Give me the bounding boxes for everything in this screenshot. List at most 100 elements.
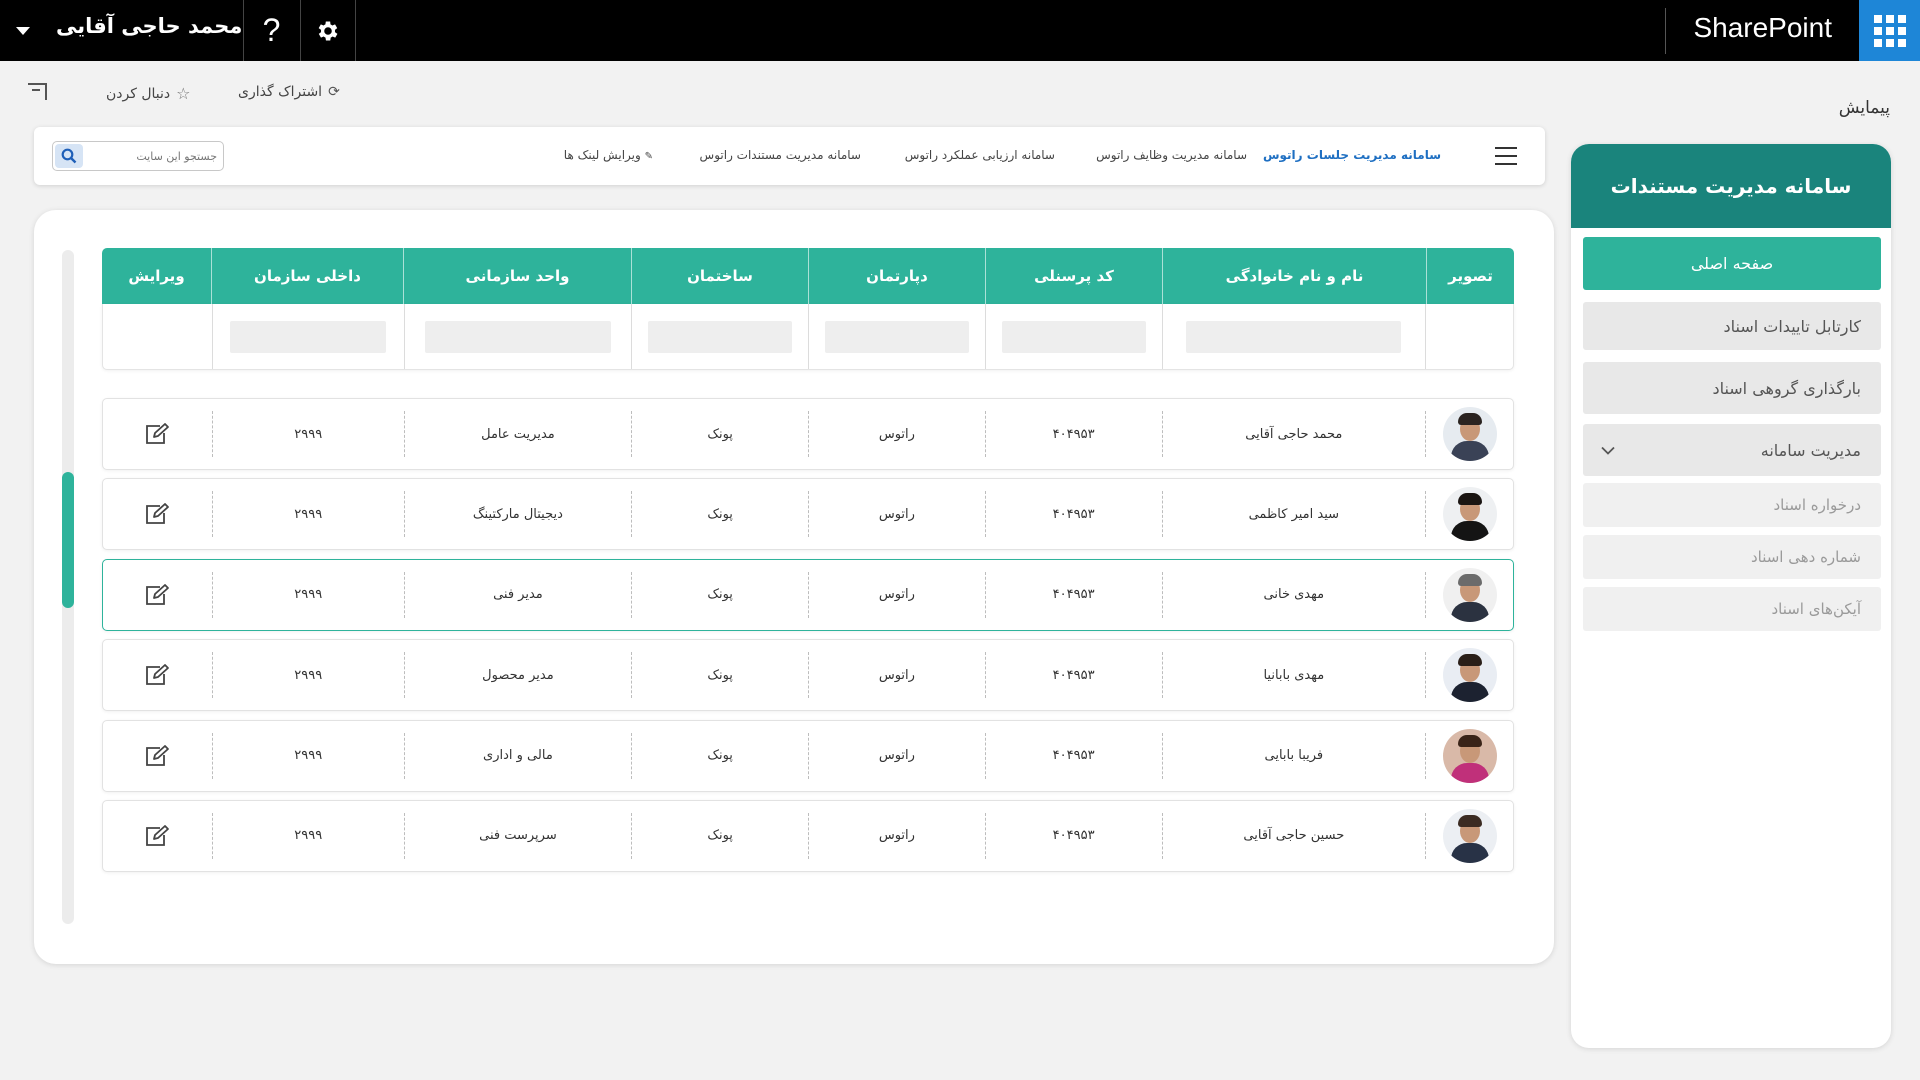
- cell-code: ۴۰۴۹۵۳: [984, 411, 1162, 457]
- avatar[interactable]: [1442, 728, 1497, 783]
- focus-mode-button[interactable]: [26, 80, 54, 102]
- filter-input-name[interactable]: [1186, 320, 1402, 353]
- cell-name: مهدی بابانیا: [1161, 652, 1426, 699]
- avatar[interactable]: [1442, 648, 1497, 703]
- edit-icon[interactable]: [143, 824, 171, 848]
- cell-code: ۴۰۴۹۵۳: [984, 491, 1162, 538]
- cell-department: راتوس: [808, 812, 985, 859]
- edit-icon[interactable]: [143, 663, 171, 687]
- cell-unit: سرپرست فنی: [403, 812, 632, 859]
- directory-table-header: تصویر نام و نام خانوادگی کد پرسنلی دپارت…: [102, 248, 1514, 370]
- gear-icon: [318, 20, 338, 41]
- filter-input-building[interactable]: [648, 320, 793, 353]
- filter-input-department[interactable]: [824, 320, 969, 353]
- nav-link-documents[interactable]: سامانه مدیریت مستندات راتوس: [700, 148, 861, 162]
- nav-link-meetings[interactable]: سامانه مدیریت جلسات راتوس: [1263, 148, 1441, 162]
- filter-cell-empty: [1425, 304, 1513, 369]
- search-button[interactable]: [55, 144, 83, 168]
- cell-name: حسین حاجی آقایی: [1161, 812, 1426, 859]
- edit-icon[interactable]: [143, 744, 171, 768]
- col-header-unit[interactable]: واحد سازمانی: [403, 248, 631, 304]
- col-header-department[interactable]: دپارتمان: [808, 248, 985, 304]
- follow-label: دنبال کردن: [106, 85, 171, 102]
- filter-input-internal[interactable]: [230, 320, 387, 353]
- edit-icon[interactable]: [143, 502, 171, 526]
- nav-item-doc-request[interactable]: درخواره اسناد: [1583, 483, 1881, 527]
- help-button[interactable]: ?: [243, 0, 299, 61]
- table-row[interactable]: مهدی بابانیا ۴۰۴۹۵۳ راتوس پونک مدیر محصول ۲۹۹…: [102, 639, 1514, 712]
- cell-internal: ۲۹۹۹: [211, 732, 404, 779]
- cell-code: ۴۰۴۹۵۳: [984, 732, 1162, 779]
- nav-link-tasks[interactable]: سامانه مدیریت وظایف راتوس: [1096, 148, 1247, 162]
- cell-name: محمد حاجی آقایی: [1161, 411, 1426, 457]
- col-header-edit: ویرایش: [128, 267, 185, 285]
- nav-item-bulk-upload[interactable]: بارگذاری گروهی اسناد: [1583, 362, 1881, 414]
- nav-link-performance[interactable]: سامانه ارزیابی عملکرد راتوس: [905, 148, 1055, 162]
- col-header-code[interactable]: کد پرسنلی: [985, 248, 1162, 304]
- cell-internal: ۲۹۹۹: [211, 812, 404, 859]
- edit-links-label: ویرایش لینک ها: [563, 148, 641, 162]
- table-row[interactable]: فریبا بابایی ۴۰۴۹۵۳ راتوس پونک مالی و اداری ۲…: [102, 719, 1514, 792]
- cell-department: راتوس: [808, 732, 985, 779]
- cell-unit: مدیریت عامل: [403, 411, 632, 457]
- quick-launch-panel: سامانه مدیریت مستندات صفحه اصلی کارتابل …: [1571, 144, 1891, 1048]
- avatar[interactable]: [1442, 407, 1497, 461]
- filter-input-unit[interactable]: [424, 320, 611, 353]
- cell-code: ۴۰۴۹۵۳: [984, 571, 1162, 618]
- avatar[interactable]: [1442, 567, 1497, 622]
- nav-item-approvals[interactable]: کارتابل تاییدات اسناد: [1583, 302, 1881, 350]
- col-header-name[interactable]: نام و نام خانوادگی: [1162, 248, 1426, 304]
- site-search: [52, 141, 224, 171]
- edit-links-button[interactable]: ✎ ویرایش لینک ها: [564, 148, 653, 162]
- cell-name: فریبا بابایی: [1161, 732, 1426, 779]
- edit-icon[interactable]: [143, 583, 171, 607]
- avatar[interactable]: [1442, 808, 1497, 863]
- nav-item-system-admin[interactable]: مدیریت سامانه: [1583, 424, 1881, 476]
- app-launcher-icon[interactable]: [1859, 0, 1920, 61]
- col-header-building[interactable]: ساختمان: [631, 248, 808, 304]
- edit-icon[interactable]: [143, 422, 171, 446]
- filter-row: [102, 304, 1514, 370]
- search-input[interactable]: [89, 146, 217, 166]
- table-row[interactable]: محمد حاجی آقایی ۴۰۴۹۵۳ راتوس پونک مدیریت عام…: [102, 398, 1514, 470]
- cell-code: ۴۰۴۹۵۳: [984, 652, 1162, 699]
- share-button[interactable]: ⟳ اشتراک گذاری: [238, 84, 340, 100]
- table-row[interactable]: حسین حاجی آقایی ۴۰۴۹۵۳ راتوس پونک سرپرست فنی…: [102, 799, 1514, 872]
- nav-item-home[interactable]: صفحه اصلی: [1583, 237, 1881, 290]
- user-name[interactable]: محمد حاجی آقایی: [56, 14, 242, 38]
- cell-building: پونک: [631, 732, 808, 779]
- scrollbar-thumb[interactable]: [62, 472, 74, 608]
- app-title[interactable]: SharePoint: [1693, 12, 1832, 44]
- cell-building: پونک: [631, 571, 808, 618]
- expand-icon: [28, 83, 47, 100]
- follow-button[interactable]: ☆ دنبال کردن: [106, 84, 191, 103]
- cell-unit: دیجیتال مارکتینگ: [403, 491, 632, 538]
- nav-item-label: مدیریت سامانه: [1760, 440, 1861, 460]
- employee-directory-card: تصویر نام و نام خانوادگی کد پرسنلی دپارت…: [34, 210, 1554, 964]
- suite-bar: SharePoint محمد حاجی آقایی ?: [0, 0, 1920, 61]
- nav-title: سامانه مدیریت مستندات: [1571, 144, 1891, 228]
- nav-item-doc-icons[interactable]: آیکن‌های اسناد: [1583, 587, 1881, 631]
- cell-unit: مدیر فنی: [403, 571, 632, 618]
- filter-input-code[interactable]: [1001, 320, 1146, 353]
- col-header-internal[interactable]: داخلی سازمان: [211, 248, 403, 304]
- table-row[interactable]: مهدی خانی ۴۰۴۹۵۳ راتوس پونک مدیر فنی ۲۹۹۹: [102, 558, 1514, 631]
- cell-department: راتوس: [808, 411, 985, 457]
- cell-code: ۴۰۴۹۵۳: [984, 812, 1162, 859]
- pencil-icon: ✎: [644, 151, 653, 162]
- avatar[interactable]: [1442, 487, 1497, 542]
- chevron-down-icon[interactable]: [1601, 441, 1615, 460]
- table-row[interactable]: سید امیر کاظمی ۴۰۴۹۵۳ راتوس پونک دیجیتال مار…: [102, 478, 1514, 551]
- breadcrumb[interactable]: پیمایش: [1839, 98, 1890, 118]
- cell-internal: ۲۹۹۹: [211, 411, 404, 457]
- divider: [1665, 8, 1666, 54]
- cell-building: پونک: [631, 812, 808, 859]
- settings-button[interactable]: [300, 0, 356, 61]
- search-icon: [61, 148, 77, 164]
- cell-internal: ۲۹۹۹: [211, 491, 404, 538]
- chevron-down-icon[interactable]: [16, 27, 30, 35]
- cell-building: پونک: [631, 411, 808, 457]
- cell-unit: مدیر محصول: [403, 652, 632, 699]
- nav-item-doc-numbering[interactable]: شماره دهی اسناد: [1583, 535, 1881, 579]
- menu-icon[interactable]: [1495, 147, 1517, 171]
